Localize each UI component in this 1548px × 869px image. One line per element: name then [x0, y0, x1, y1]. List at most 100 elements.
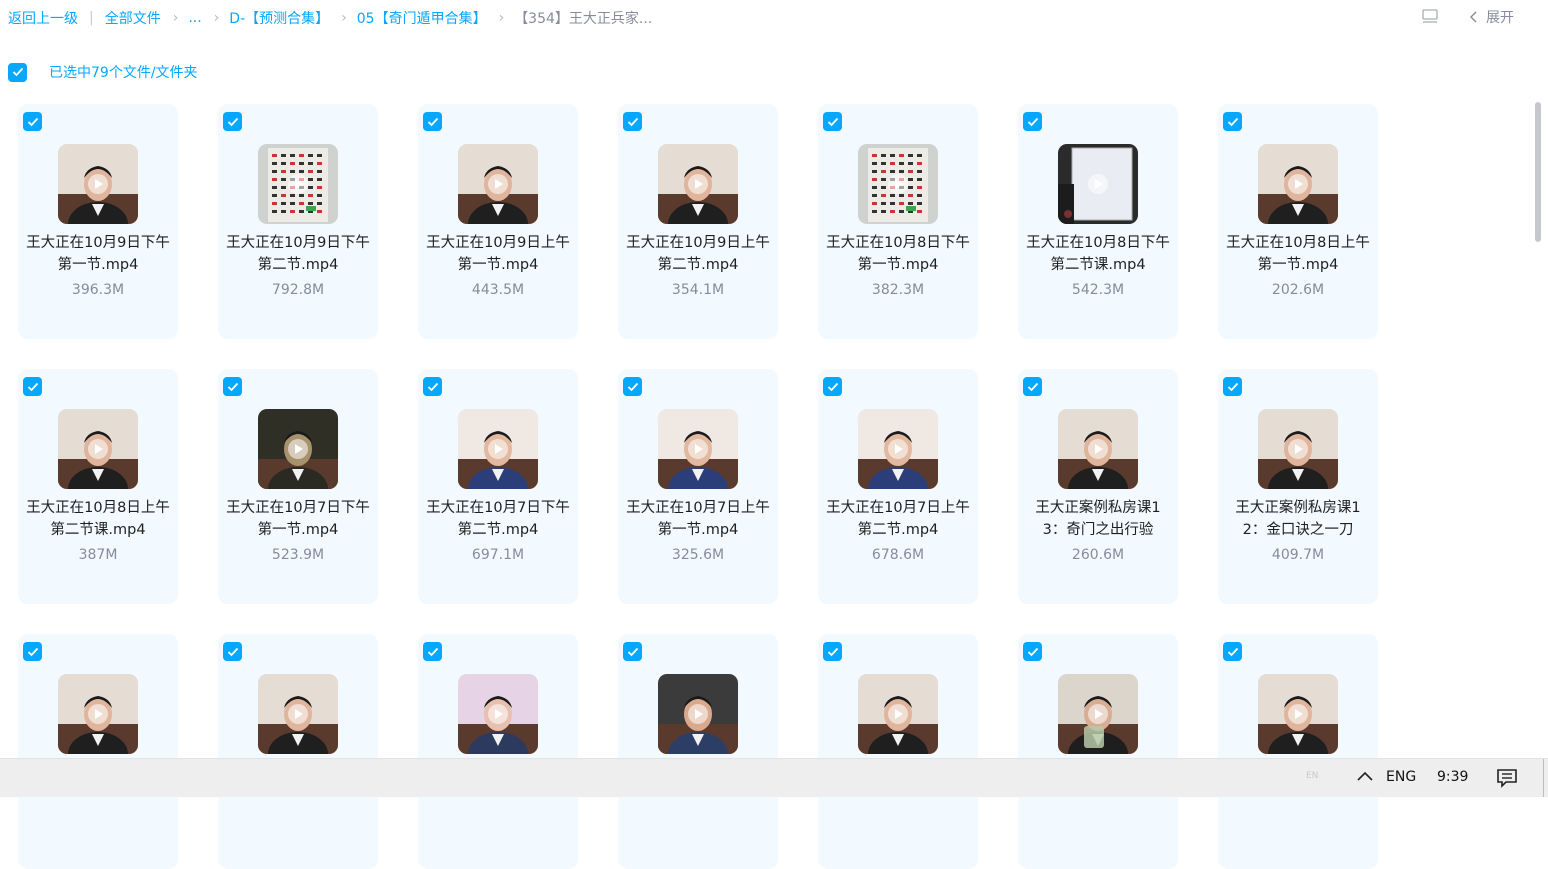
file-card[interactable]: 王大正在10月8日下午第二节课.mp4 542.3M [1018, 104, 1178, 339]
video-thumbnail[interactable] [1258, 144, 1338, 224]
video-thumbnail[interactable] [858, 144, 938, 224]
video-thumbnail[interactable] [658, 674, 738, 754]
file-name[interactable]: 王大正案例私房课12：金口诀之一刀 [1224, 497, 1372, 541]
check-icon [827, 647, 838, 656]
file-checkbox[interactable] [1223, 642, 1242, 661]
video-thumbnail[interactable] [258, 674, 338, 754]
file-checkbox[interactable] [823, 377, 842, 396]
file-card[interactable]: 王大正案例私房课13：奇门之出行验 260.6M [1018, 369, 1178, 604]
file-size: 697.1M [471, 547, 525, 563]
file-name[interactable]: 王大正在10月9日下午第二节.mp4 [224, 232, 372, 276]
file-name[interactable]: 王大正在10月8日上午第二节课.mp4 [24, 497, 172, 541]
file-checkbox[interactable] [623, 112, 642, 131]
play-icon [1088, 439, 1108, 459]
breadcrumb-level1[interactable]: D-【预测合集】 [229, 8, 329, 28]
video-thumbnail[interactable] [458, 674, 538, 754]
video-thumbnail[interactable] [258, 144, 338, 224]
file-card[interactable]: 王大正在10月9日下午第二节.mp4 792.8M [218, 104, 378, 339]
scrollbar-thumb[interactable] [1535, 102, 1541, 242]
file-card[interactable]: 王大正在10月9日上午第一节.mp4 443.5M [418, 104, 578, 339]
file-checkbox[interactable] [423, 112, 442, 131]
file-checkbox[interactable] [223, 642, 242, 661]
file-card[interactable] [618, 634, 778, 869]
video-thumbnail[interactable] [858, 409, 938, 489]
video-thumbnail[interactable] [458, 144, 538, 224]
breadcrumb-all-files[interactable]: 全部文件 [105, 8, 161, 28]
clock[interactable]: 9:39 [1437, 769, 1468, 785]
check-icon [227, 117, 238, 126]
language-indicator[interactable]: ENG [1386, 769, 1416, 785]
file-card[interactable] [218, 634, 378, 869]
play-icon [688, 704, 708, 724]
file-card[interactable]: 王大正在10月7日下午第二节.mp4 697.1M [418, 369, 578, 604]
file-card[interactable]: 王大正在10月9日上午第二节.mp4 354.1M [618, 104, 778, 339]
expand-button[interactable]: 展开 [1470, 7, 1514, 27]
file-name[interactable]: 王大正在10月9日上午第二节.mp4 [624, 232, 772, 276]
show-desktop-edge[interactable] [1543, 759, 1544, 797]
file-card[interactable] [818, 634, 978, 869]
chevron-up-icon[interactable] [1356, 768, 1374, 787]
breadcrumb-ellipsis[interactable]: ... [188, 10, 201, 26]
file-name[interactable]: 王大正在10月7日上午第一节.mp4 [624, 497, 772, 541]
file-checkbox[interactable] [23, 112, 42, 131]
video-thumbnail[interactable] [658, 144, 738, 224]
ime-indicator[interactable]: EN [1306, 771, 1318, 781]
video-thumbnail[interactable] [58, 409, 138, 489]
file-card[interactable]: 王大正在10月8日上午第二节课.mp4 387M [18, 369, 178, 604]
video-thumbnail[interactable] [258, 409, 338, 489]
file-checkbox[interactable] [623, 377, 642, 396]
video-thumbnail[interactable] [1058, 674, 1138, 754]
play-icon [288, 174, 308, 194]
file-checkbox[interactable] [223, 377, 242, 396]
file-checkbox[interactable] [1023, 377, 1042, 396]
scrollbar[interactable] [1533, 96, 1543, 758]
list-view-icon[interactable] [1422, 9, 1438, 25]
file-checkbox[interactable] [1023, 112, 1042, 131]
file-card[interactable]: 王大正在10月8日下午第一节.mp4 382.3M [818, 104, 978, 339]
video-thumbnail[interactable] [858, 674, 938, 754]
file-card[interactable] [1018, 634, 1178, 869]
file-card[interactable]: 王大正在10月9日下午第一节.mp4 396.3M [18, 104, 178, 339]
file-name[interactable]: 王大正在10月8日下午第一节.mp4 [824, 232, 972, 276]
back-link[interactable]: 返回上一级 [8, 8, 78, 28]
video-thumbnail[interactable] [1258, 674, 1338, 754]
file-card[interactable]: 王大正案例私房课12：金口诀之一刀 409.7M [1218, 369, 1378, 604]
breadcrumb-level2[interactable]: 05【奇门遁甲合集】 [357, 8, 487, 28]
file-card[interactable]: 王大正在10月8日上午第一节.mp4 202.6M [1218, 104, 1378, 339]
file-name[interactable]: 王大正在10月9日上午第一节.mp4 [424, 232, 572, 276]
select-all-checkbox[interactable] [8, 62, 27, 82]
video-thumbnail[interactable] [58, 144, 138, 224]
file-name[interactable]: 王大正在10月7日下午第二节.mp4 [424, 497, 572, 541]
video-thumbnail[interactable] [1058, 144, 1138, 224]
file-card[interactable]: 王大正在10月7日下午第一节.mp4 523.9M [218, 369, 378, 604]
video-thumbnail[interactable] [458, 409, 538, 489]
file-card[interactable]: 王大正在10月7日上午第二节.mp4 678.6M [818, 369, 978, 604]
file-checkbox[interactable] [423, 642, 442, 661]
file-checkbox[interactable] [623, 642, 642, 661]
file-checkbox[interactable] [1223, 112, 1242, 131]
file-name[interactable]: 王大正在10月7日下午第一节.mp4 [224, 497, 372, 541]
file-checkbox[interactable] [23, 377, 42, 396]
file-name[interactable]: 王大正在10月8日下午第二节课.mp4 [1024, 232, 1172, 276]
file-card[interactable] [18, 634, 178, 869]
file-name[interactable]: 王大正在10月9日下午第一节.mp4 [24, 232, 172, 276]
file-checkbox[interactable] [23, 642, 42, 661]
file-checkbox[interactable] [1023, 642, 1042, 661]
file-name[interactable]: 王大正在10月8日上午第一节.mp4 [1224, 232, 1372, 276]
video-thumbnail[interactable] [1058, 409, 1138, 489]
video-thumbnail[interactable] [1258, 409, 1338, 489]
video-thumbnail[interactable] [658, 409, 738, 489]
chevron-right-icon: › [213, 10, 220, 26]
video-thumbnail[interactable] [58, 674, 138, 754]
notification-icon[interactable] [1497, 768, 1517, 792]
file-name[interactable]: 王大正在10月7日上午第二节.mp4 [824, 497, 972, 541]
file-card[interactable] [418, 634, 578, 869]
file-checkbox[interactable] [823, 642, 842, 661]
file-card[interactable] [1218, 634, 1378, 869]
file-checkbox[interactable] [223, 112, 242, 131]
file-checkbox[interactable] [423, 377, 442, 396]
file-card[interactable]: 王大正在10月7日上午第一节.mp4 325.6M [618, 369, 778, 604]
file-checkbox[interactable] [1223, 377, 1242, 396]
file-checkbox[interactable] [823, 112, 842, 131]
file-name[interactable]: 王大正案例私房课13：奇门之出行验 [1024, 497, 1172, 541]
